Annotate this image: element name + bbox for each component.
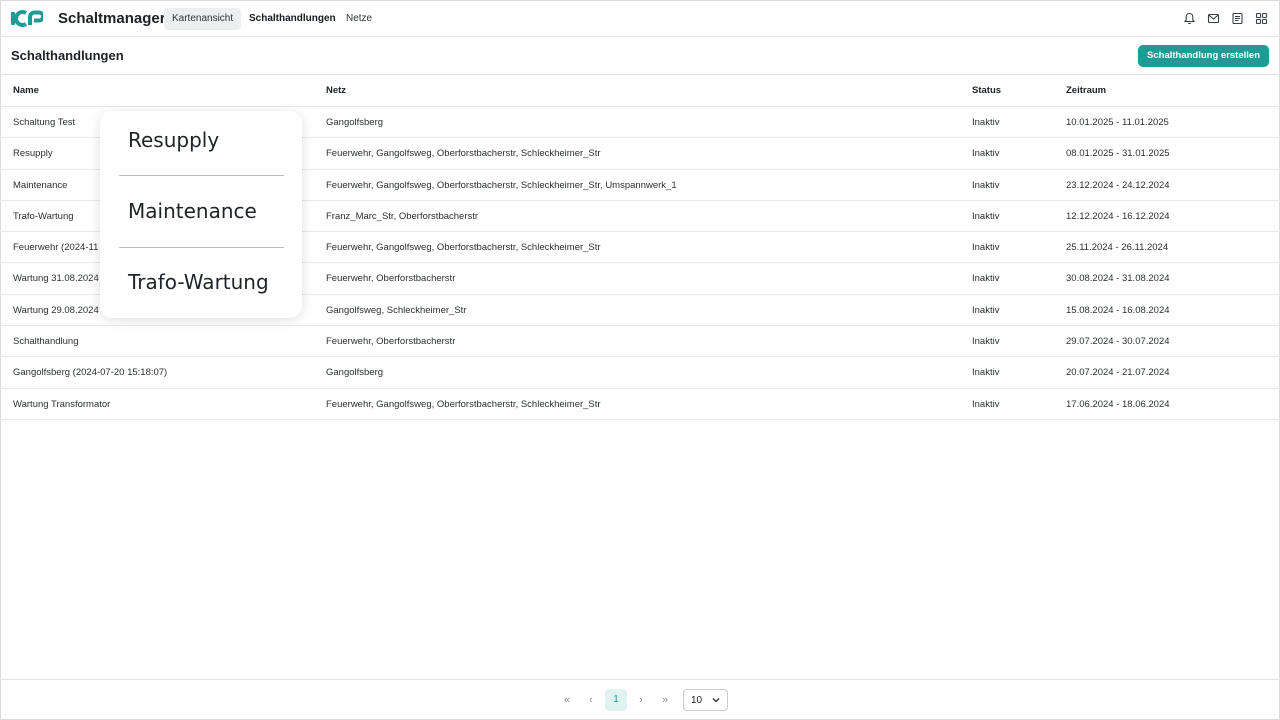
cell-netz: Feuerwehr, Oberforstbacherstr	[326, 273, 456, 285]
first-page-button[interactable]: «	[555, 689, 579, 711]
popup-item-trafo-wartung[interactable]: Trafo-Wartung	[128, 270, 269, 294]
cell-zeitraum: 23.12.2024 - 24.12.2024	[1066, 179, 1170, 191]
cell-zeitraum: 30.08.2024 - 31.08.2024	[1066, 273, 1170, 285]
cell-name: Wartung Transformator	[13, 398, 111, 410]
cell-zeitraum: 12.12.2024 - 16.12.2024	[1066, 210, 1170, 222]
page-title: Schalthandlungen	[11, 48, 124, 63]
cell-name: Gangolfsberg (2024-07-20 15:18:07)	[13, 367, 168, 379]
page-number-current[interactable]: 1	[605, 689, 627, 711]
cell-name: Schalthandlung	[13, 336, 79, 348]
cell-netz: Feuerwehr, Gangolfsweg, Oberforstbachers…	[326, 242, 601, 254]
popup-divider	[119, 175, 284, 176]
column-header-status[interactable]: Status	[972, 75, 1062, 107]
cell-status: Inaktiv	[972, 398, 1000, 410]
name-suggestion-popup: Resupply Maintenance Trafo-Wartung	[100, 111, 302, 318]
cell-netz: Gangolfsberg	[326, 117, 384, 128]
popup-item-maintenance[interactable]: Maintenance	[128, 199, 257, 223]
cell-status: Inaktiv	[972, 304, 1000, 316]
app-title: Schaltmanager	[58, 10, 166, 27]
cell-zeitraum: 08.01.2025 - 31.01.2025	[1066, 148, 1170, 160]
mail-icon[interactable]	[1206, 11, 1220, 25]
grid-apps-icon[interactable]	[1254, 11, 1268, 25]
cell-netz: Feuerwehr, Oberforstbacherstr	[326, 336, 456, 348]
table-row[interactable]: Schalthandlung Feuerwehr, Oberforstbache…	[0, 326, 1280, 358]
tab-netze[interactable]: Netze	[338, 8, 380, 30]
tab-schalthandlungen[interactable]: Schalthandlungen	[241, 8, 344, 30]
cell-zeitraum: 15.08.2024 - 16.08.2024	[1066, 304, 1170, 316]
top-icon-group	[1182, 11, 1268, 25]
cell-netz: Feuerwehr, Gangolfsweg, Oberforstbachers…	[326, 148, 601, 160]
column-header-netz[interactable]: Netz	[326, 75, 956, 107]
cell-status: Inaktiv	[972, 117, 1000, 128]
table-row[interactable]: Wartung Transformator Feuerwehr, Gangolf…	[0, 389, 1280, 420]
cell-status: Inaktiv	[972, 210, 1000, 222]
document-icon[interactable]	[1230, 11, 1244, 25]
column-header-name[interactable]: Name	[13, 75, 313, 107]
company-logo[interactable]	[11, 9, 43, 28]
last-page-button[interactable]: »	[653, 689, 677, 711]
page-header: Schalthandlungen Schalthandlung erstelle…	[0, 37, 1280, 75]
chevron-down-icon	[712, 698, 720, 703]
table-row[interactable]: Gangolfsberg (2024-07-20 15:18:07) Gango…	[0, 357, 1280, 389]
page-size-value: 10	[691, 694, 703, 706]
table-header-row: Name Netz Status Zeitraum	[0, 75, 1280, 107]
top-nav-bar: Schaltmanager Kartenansicht Schalthandlu…	[0, 0, 1280, 37]
page-size-select[interactable]: 10	[683, 689, 728, 711]
cell-zeitraum: 29.07.2024 - 30.07.2024	[1066, 336, 1170, 348]
cell-netz: Feuerwehr, Gangolfsweg, Oberforstbachers…	[326, 179, 677, 191]
prev-page-button[interactable]: ‹	[579, 689, 603, 711]
bell-icon[interactable]	[1182, 11, 1196, 25]
cell-netz: Gangolfsweg, Schleckheimer_Str	[326, 304, 467, 316]
popup-divider	[119, 247, 284, 248]
cell-zeitraum: 10.01.2025 - 11.01.2025	[1066, 117, 1169, 128]
cell-netz: Feuerwehr, Gangolfsweg, Oberforstbachers…	[326, 398, 601, 410]
popup-item-resupply[interactable]: Resupply	[128, 128, 219, 152]
cell-status: Inaktiv	[972, 367, 1000, 379]
cell-status: Inaktiv	[972, 148, 1000, 160]
pagination-footer: « ‹ 1 › » 10	[0, 679, 1280, 720]
cell-zeitraum: 20.07.2024 - 21.07.2024	[1066, 367, 1170, 379]
cell-netz: Gangolfsberg	[326, 367, 384, 379]
cell-status: Inaktiv	[972, 179, 1000, 191]
cell-zeitraum: 25.11.2024 - 26.11.2024	[1066, 242, 1169, 254]
cell-status: Inaktiv	[972, 273, 1000, 285]
next-page-button[interactable]: ›	[629, 689, 653, 711]
cell-zeitraum: 17.06.2024 - 18.06.2024	[1066, 398, 1170, 410]
column-header-zeitraum[interactable]: Zeitraum	[1066, 75, 1266, 107]
tab-kartenansicht[interactable]: Kartenansicht	[164, 8, 242, 30]
cell-status: Inaktiv	[972, 242, 1000, 254]
cell-status: Inaktiv	[972, 336, 1000, 348]
cell-netz: Franz_Marc_Str, Oberforstbacherstr	[326, 210, 479, 222]
create-schalthandlung-button[interactable]: Schalthandlung erstellen	[1138, 45, 1269, 67]
pagination: « ‹ 1 › » 10	[555, 689, 728, 711]
